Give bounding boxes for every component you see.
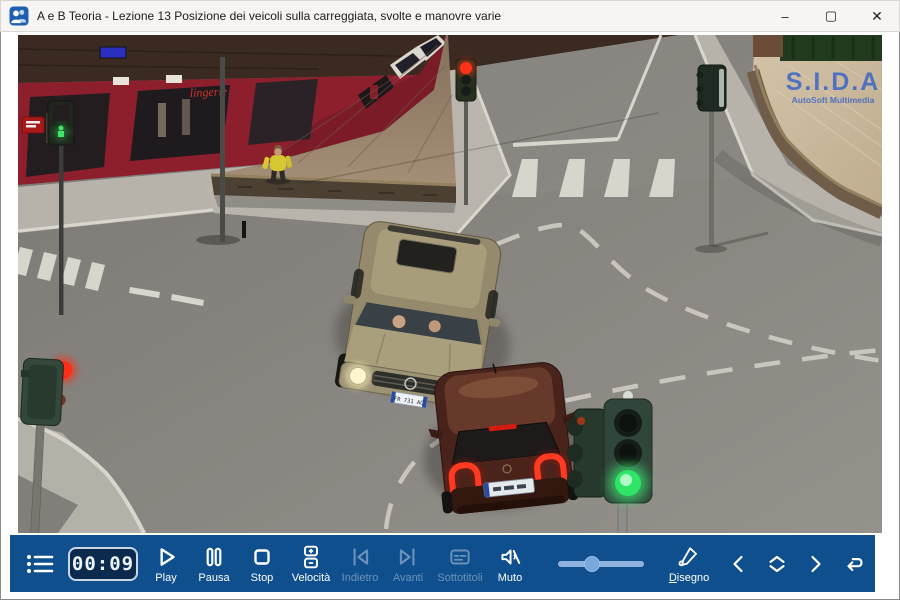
skip-back-icon	[347, 544, 373, 570]
stop-label: Stop	[251, 572, 274, 584]
chevron-left-icon	[727, 552, 751, 576]
skip-back-label: Indietro	[342, 572, 379, 584]
pause-label: Pausa	[198, 572, 229, 584]
menu-list-icon	[25, 551, 55, 577]
play-label: Play	[155, 572, 176, 584]
mute-icon	[497, 544, 523, 570]
speed-button[interactable]: Velocità	[286, 544, 336, 584]
pause-button[interactable]: Pausa	[190, 544, 238, 584]
window-title: A e B Teoria - Lezione 13 Posizione dei …	[37, 9, 762, 23]
previous-button[interactable]	[722, 542, 756, 586]
volume-slider-thumb[interactable]	[584, 556, 600, 572]
shop-window	[248, 79, 318, 145]
return-arrow-icon	[841, 551, 869, 577]
minimize-button[interactable]: –	[762, 0, 808, 32]
blue-sign	[100, 47, 126, 58]
pen-icon	[675, 544, 703, 570]
skip-forward-button[interactable]: Avanti	[384, 544, 432, 584]
title-bar: A e B Teoria - Lezione 13 Posizione dei …	[0, 0, 900, 32]
mute-label: Muto	[498, 572, 522, 584]
sida-logo-subtitle: AutoSoft Multimedia	[792, 95, 875, 105]
chevrons-up-down-icon	[764, 551, 790, 577]
draw-button[interactable]: Disegno	[660, 544, 718, 584]
pause-icon	[201, 544, 227, 570]
player-control-bar: 00:09 Play Pausa Stop	[10, 535, 875, 592]
driving-scene: lingerie	[18, 35, 882, 533]
stop-button[interactable]: Stop	[238, 544, 286, 584]
volume-slider-track[interactable]	[558, 561, 644, 567]
return-button[interactable]	[836, 542, 874, 586]
sida-logo: S.I.D.A AutoSoft Multimedia	[786, 68, 881, 105]
next-button[interactable]	[798, 542, 832, 586]
skip-forward-icon	[395, 544, 421, 570]
speed-plus-minus-icon	[298, 544, 324, 570]
skip-back-button[interactable]: Indietro	[336, 544, 384, 584]
volume-slider[interactable]	[558, 554, 644, 574]
stop-icon	[249, 544, 275, 570]
expand-sections-button[interactable]	[760, 542, 794, 586]
app-people-icon	[9, 6, 29, 26]
timer-display: 00:09	[68, 547, 138, 581]
skip-forward-label: Avanti	[393, 572, 423, 584]
close-button[interactable]: ✕	[854, 0, 900, 32]
subtitles-label: Sottotitoli	[437, 572, 482, 584]
speed-label: Velocità	[292, 572, 331, 584]
lesson-video: lingerie	[18, 35, 882, 533]
draw-label: Disegno	[669, 572, 709, 584]
play-icon	[153, 544, 179, 570]
subtitles-icon	[447, 544, 473, 570]
hedge	[780, 35, 882, 61]
lesson-index-button[interactable]	[18, 551, 62, 577]
subtitles-button[interactable]: Sottotitoli	[432, 544, 488, 584]
mute-button[interactable]: Muto	[488, 544, 532, 584]
play-button[interactable]: Play	[142, 544, 190, 584]
street-pole	[220, 57, 225, 242]
maximize-button[interactable]: ▢	[808, 0, 854, 32]
chevron-right-icon	[803, 552, 827, 576]
app-window: A e B Teoria - Lezione 13 Posizione dei …	[0, 0, 900, 600]
sida-logo-title: S.I.D.A	[786, 68, 881, 96]
